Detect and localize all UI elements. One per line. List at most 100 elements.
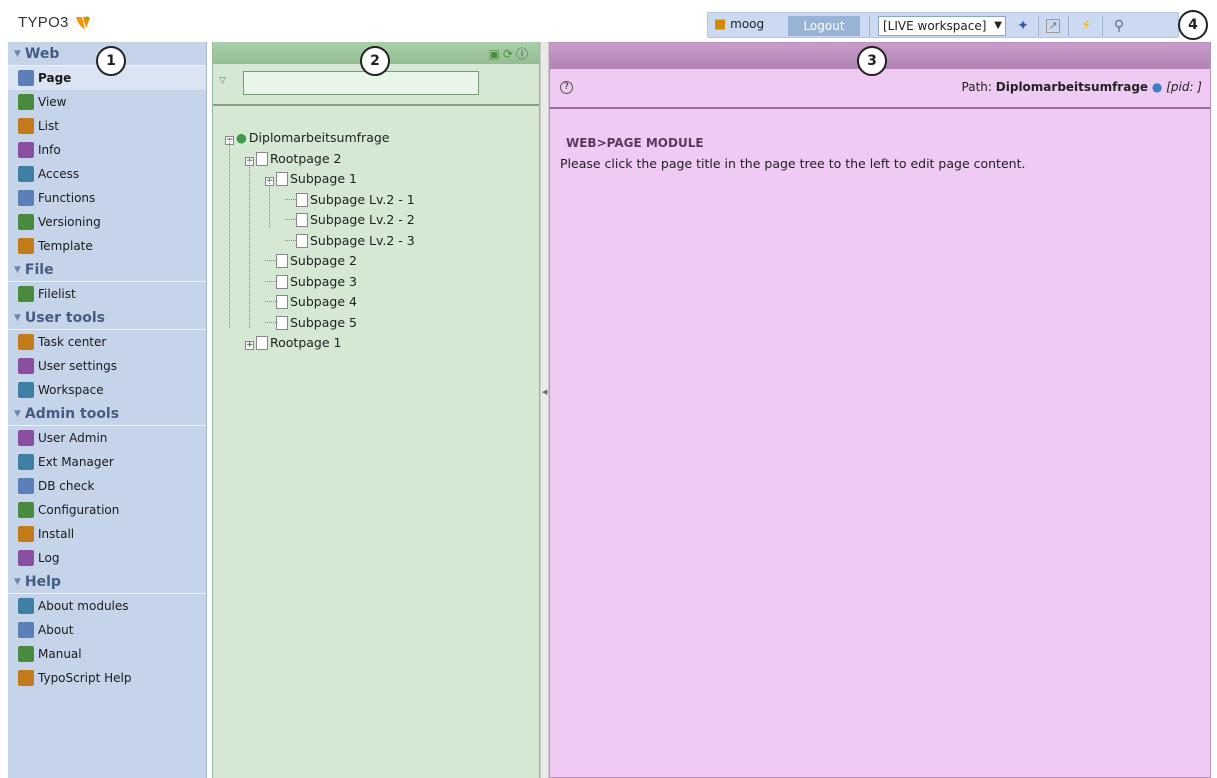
nav-item-label: Ext Manager xyxy=(38,455,114,469)
tree-node-label[interactable]: Diplomarbeitsumfrage xyxy=(249,130,390,145)
tree-node[interactable]: − ● Diplomarbeitsumfrage xyxy=(225,128,390,148)
nav-item-about-modules[interactable]: About modules xyxy=(8,594,206,618)
nav-section-admin-tools[interactable]: ▼ Admin tools xyxy=(8,402,206,426)
list-icon xyxy=(18,118,34,134)
nav-item-versioning[interactable]: Versioning xyxy=(8,210,206,234)
user-icon: ■ xyxy=(714,17,727,32)
lock-icon xyxy=(18,166,34,182)
nav-item-filelist[interactable]: Filelist xyxy=(8,282,206,306)
refresh-icon[interactable]: ⟳ xyxy=(503,47,516,61)
nav-section-user-tools[interactable]: ▼ User tools xyxy=(8,306,206,330)
tree-node-label[interactable]: Rootpage 1 xyxy=(270,335,341,350)
tree-node-label[interactable]: Subpage 4 xyxy=(290,294,357,309)
path-value: Diplomarbeitsumfrage xyxy=(995,80,1149,94)
collapse-arrow-icon[interactable]: ◀ xyxy=(542,388,547,396)
path-label: Path: xyxy=(961,80,992,94)
tree-node[interactable]: Subpage 3 xyxy=(265,272,357,292)
tree-node-label[interactable]: Subpage 2 xyxy=(290,253,357,268)
separator xyxy=(1038,16,1039,36)
user-settings-icon xyxy=(18,358,34,374)
tree-node[interactable]: Subpage Lv.2 - 3 xyxy=(285,231,415,251)
tree-node[interactable]: Subpage 4 xyxy=(265,292,357,312)
nav-item-configuration[interactable]: Configuration xyxy=(8,498,206,522)
nav-item-template[interactable]: Template xyxy=(8,234,206,258)
nav-item-workspace[interactable]: Workspace xyxy=(8,378,206,402)
nav-item-list[interactable]: List xyxy=(8,114,206,138)
page-shortcut-icon xyxy=(256,151,268,166)
nav-item-label: Workspace xyxy=(38,383,104,397)
tree-node-label[interactable]: Subpage Lv.2 - 1 xyxy=(310,192,415,207)
ext-manager-icon xyxy=(18,454,34,470)
install-icon xyxy=(18,526,34,542)
flash-clear-cache-icon[interactable]: ⚡ xyxy=(1077,17,1095,35)
nav-item-log[interactable]: Log xyxy=(8,546,206,570)
nav-item-label: Configuration xyxy=(38,503,120,517)
nav-item-ext-manager[interactable]: Ext Manager xyxy=(8,450,206,474)
nav-item-label: Filelist xyxy=(38,287,76,301)
tree-node-label[interactable]: Subpage 5 xyxy=(290,315,357,330)
toolbar: ■ moog Logout [LIVE workspace] ▼ ✦ ↗ ⚡ ⚲ xyxy=(707,12,1179,38)
typo3-logo-icon xyxy=(75,16,91,34)
nav-item-manual[interactable]: Manual xyxy=(8,642,206,666)
nav-item-info[interactable]: Info xyxy=(8,138,206,162)
tree-node-label[interactable]: Subpage Lv.2 - 3 xyxy=(310,233,415,248)
tree-connector xyxy=(285,198,296,200)
tree-node-label[interactable]: Rootpage 2 xyxy=(270,151,341,166)
help-icon[interactable]: ⓘ xyxy=(516,47,531,61)
tree-node[interactable]: Subpage Lv.2 - 1 xyxy=(285,190,415,210)
callout-1: 1 xyxy=(96,46,126,76)
tree-node[interactable]: + Rootpage 1 xyxy=(245,333,341,353)
nav-item-label: About modules xyxy=(38,599,129,613)
nav-item-user-settings[interactable]: User settings xyxy=(8,354,206,378)
module-menu: ▼ Web Page View List Info Access Functions Versi… xyxy=(8,42,207,778)
external-link-icon[interactable]: ↗ xyxy=(1046,19,1060,33)
nav-item-label: Manual xyxy=(38,647,82,661)
tree-node-label[interactable]: Subpage 1 xyxy=(290,171,357,186)
search-icon[interactable]: ⚲ xyxy=(1110,17,1128,35)
new-page-icon[interactable]: ▣ xyxy=(489,47,503,61)
nav-item-user-admin[interactable]: User Admin xyxy=(8,426,206,450)
page-edit-icon xyxy=(18,70,34,86)
workspace-select[interactable]: [LIVE workspace] ▼ xyxy=(878,16,1006,36)
collapse-triangle-icon: ▼ xyxy=(14,313,21,323)
nav-item-view[interactable]: View xyxy=(8,90,206,114)
nav-item-db-check[interactable]: DB check xyxy=(8,474,206,498)
user-button[interactable]: ■ moog xyxy=(714,17,764,32)
nav-section-file[interactable]: ▼ File xyxy=(8,258,206,282)
nav-item-label: Log xyxy=(38,551,60,565)
collapse-triangle-icon: ▼ xyxy=(14,265,21,275)
tree-toolbar: ▣⟳ⓘ xyxy=(489,45,531,62)
logout-button[interactable]: Logout xyxy=(788,16,860,36)
nav-item-install[interactable]: Install xyxy=(8,522,206,546)
nav-item-access[interactable]: Access xyxy=(8,162,206,186)
help-icon[interactable]: ? xyxy=(560,81,573,94)
tree-node-label[interactable]: Subpage Lv.2 - 2 xyxy=(310,212,415,227)
nav-section-help[interactable]: ▼ Help xyxy=(8,570,206,594)
tree-filter-input[interactable] xyxy=(243,71,479,95)
separator xyxy=(1102,16,1103,36)
workspace-brush-icon[interactable]: ✦ xyxy=(1014,17,1032,35)
tree-node[interactable]: − Rootpage 2 xyxy=(245,149,341,169)
user-admin-icon xyxy=(18,430,34,446)
callout-2: 2 xyxy=(360,46,390,76)
nav-item-task-center[interactable]: Task center xyxy=(8,330,206,354)
page-path: Path: Diplomarbeitsumfrage ● [pid: ] xyxy=(962,80,1202,94)
tree-node[interactable]: Subpage 5 xyxy=(265,313,357,333)
tree-node[interactable]: Subpage Lv.2 - 2 xyxy=(285,210,415,230)
configuration-icon xyxy=(18,502,34,518)
tree-node[interactable]: Subpage 2 xyxy=(265,251,357,271)
collapse-triangle-icon: ▼ xyxy=(14,409,21,419)
nav-item-about[interactable]: About xyxy=(8,618,206,642)
tree-node[interactable]: − Subpage 1 xyxy=(265,169,357,189)
page-icon xyxy=(276,315,288,330)
panel-splitter[interactable]: ◀ xyxy=(540,42,549,778)
nav-item-functions[interactable]: Functions xyxy=(8,186,206,210)
nav-item-label: Install xyxy=(38,527,75,541)
content-docheader: ? Path: Diplomarbeitsumfrage ● [pid: ] xyxy=(550,69,1210,109)
page-tree-panel: ▣⟳ⓘ ▿ − ● Diplomarbeitsumfrage − Rootpage 2−… xyxy=(212,42,540,778)
nav-item-label: Versioning xyxy=(38,215,101,229)
about-icon xyxy=(18,622,34,638)
tree-node-label[interactable]: Subpage 3 xyxy=(290,274,357,289)
expand-icon[interactable]: + xyxy=(245,341,254,350)
nav-item-typoscript-help[interactable]: TypoScript Help xyxy=(8,666,206,690)
